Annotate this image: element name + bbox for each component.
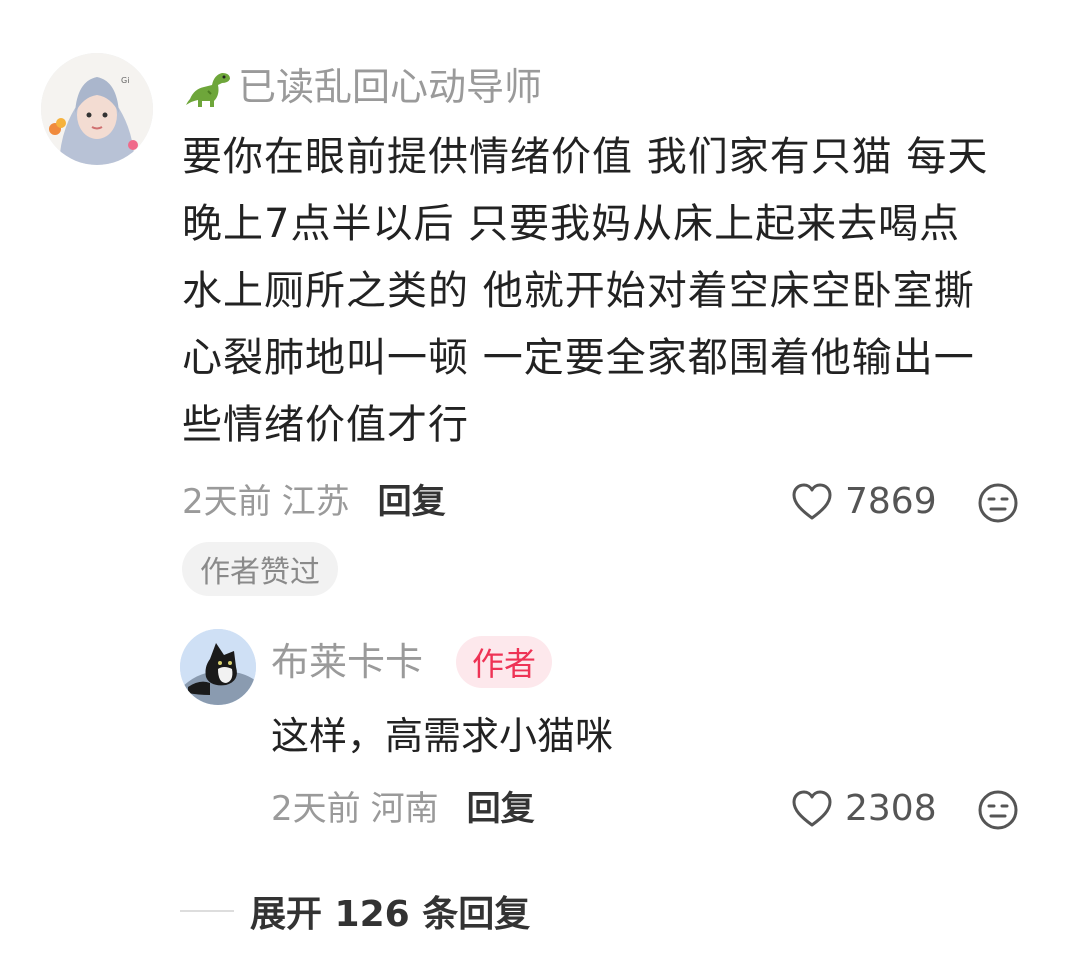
reply-button[interactable]: 回复 (378, 485, 446, 519)
svg-text:Gi: Gi (121, 76, 129, 85)
reply-time: 2天前 (271, 789, 361, 829)
avatar-image: Gi (41, 53, 153, 165)
expand-replies-button[interactable]: 展开 126 条回复 (180, 885, 530, 937)
reply-username[interactable]: 布莱卡卡 (271, 643, 423, 681)
heart-icon (792, 790, 832, 827)
heart-icon (792, 483, 832, 520)
commenter-avatar[interactable]: Gi (41, 53, 153, 165)
reply-like-button[interactable]: 2308 (791, 789, 937, 829)
expand-replies-label: 展开 126 条回复 (250, 894, 531, 935)
username-text: 已读乱回心动导师 (238, 65, 543, 109)
cat-avatar-image (180, 629, 256, 705)
like-count: 7869 (845, 481, 937, 522)
comment-time: 2天前 (182, 482, 272, 522)
reply-like-count: 2308 (845, 788, 937, 829)
dislike-face-icon[interactable] (977, 789, 1019, 831)
dinosaur-icon (184, 65, 232, 109)
reply-avatar[interactable] (180, 629, 256, 705)
comment-meta: 2天前 江苏 回复 (182, 485, 446, 519)
reply-location: 河南 (370, 789, 439, 829)
author-liked-tag: 作者赞过 (182, 542, 338, 596)
expand-divider (180, 910, 234, 912)
author-badge: 作者 (456, 636, 553, 688)
reply-body: 这样，高需求小猫咪 (271, 714, 614, 758)
reply-meta: 2天前 河南 回复 (271, 792, 535, 826)
reply-reply-button[interactable]: 回复 (467, 792, 535, 826)
comment-body: 要你在眼前提供情绪价值 我们家有只猫 每天 晚上7点半以后 只要我妈从床上起来去… (182, 124, 1052, 459)
comment-location: 江苏 (281, 482, 350, 522)
comment-line: 些情绪价值才行 (182, 402, 469, 448)
comment-line: 要你在眼前提供情绪价值 我们家有只猫 每天 (182, 134, 989, 180)
dislike-face-icon[interactable] (977, 482, 1019, 524)
comment-line: 水上厕所之类的 他就开始对着空床空卧室撕 (182, 268, 975, 314)
commenter-username[interactable]: 已读乱回心动导师 (184, 65, 542, 109)
comment-line: 晚上7点半以后 只要我妈从床上起来去喝点 (182, 201, 961, 247)
like-button[interactable]: 7869 (791, 482, 937, 522)
comment-line: 心裂肺地叫一顿 一定要全家都围着他输出一 (182, 335, 975, 381)
